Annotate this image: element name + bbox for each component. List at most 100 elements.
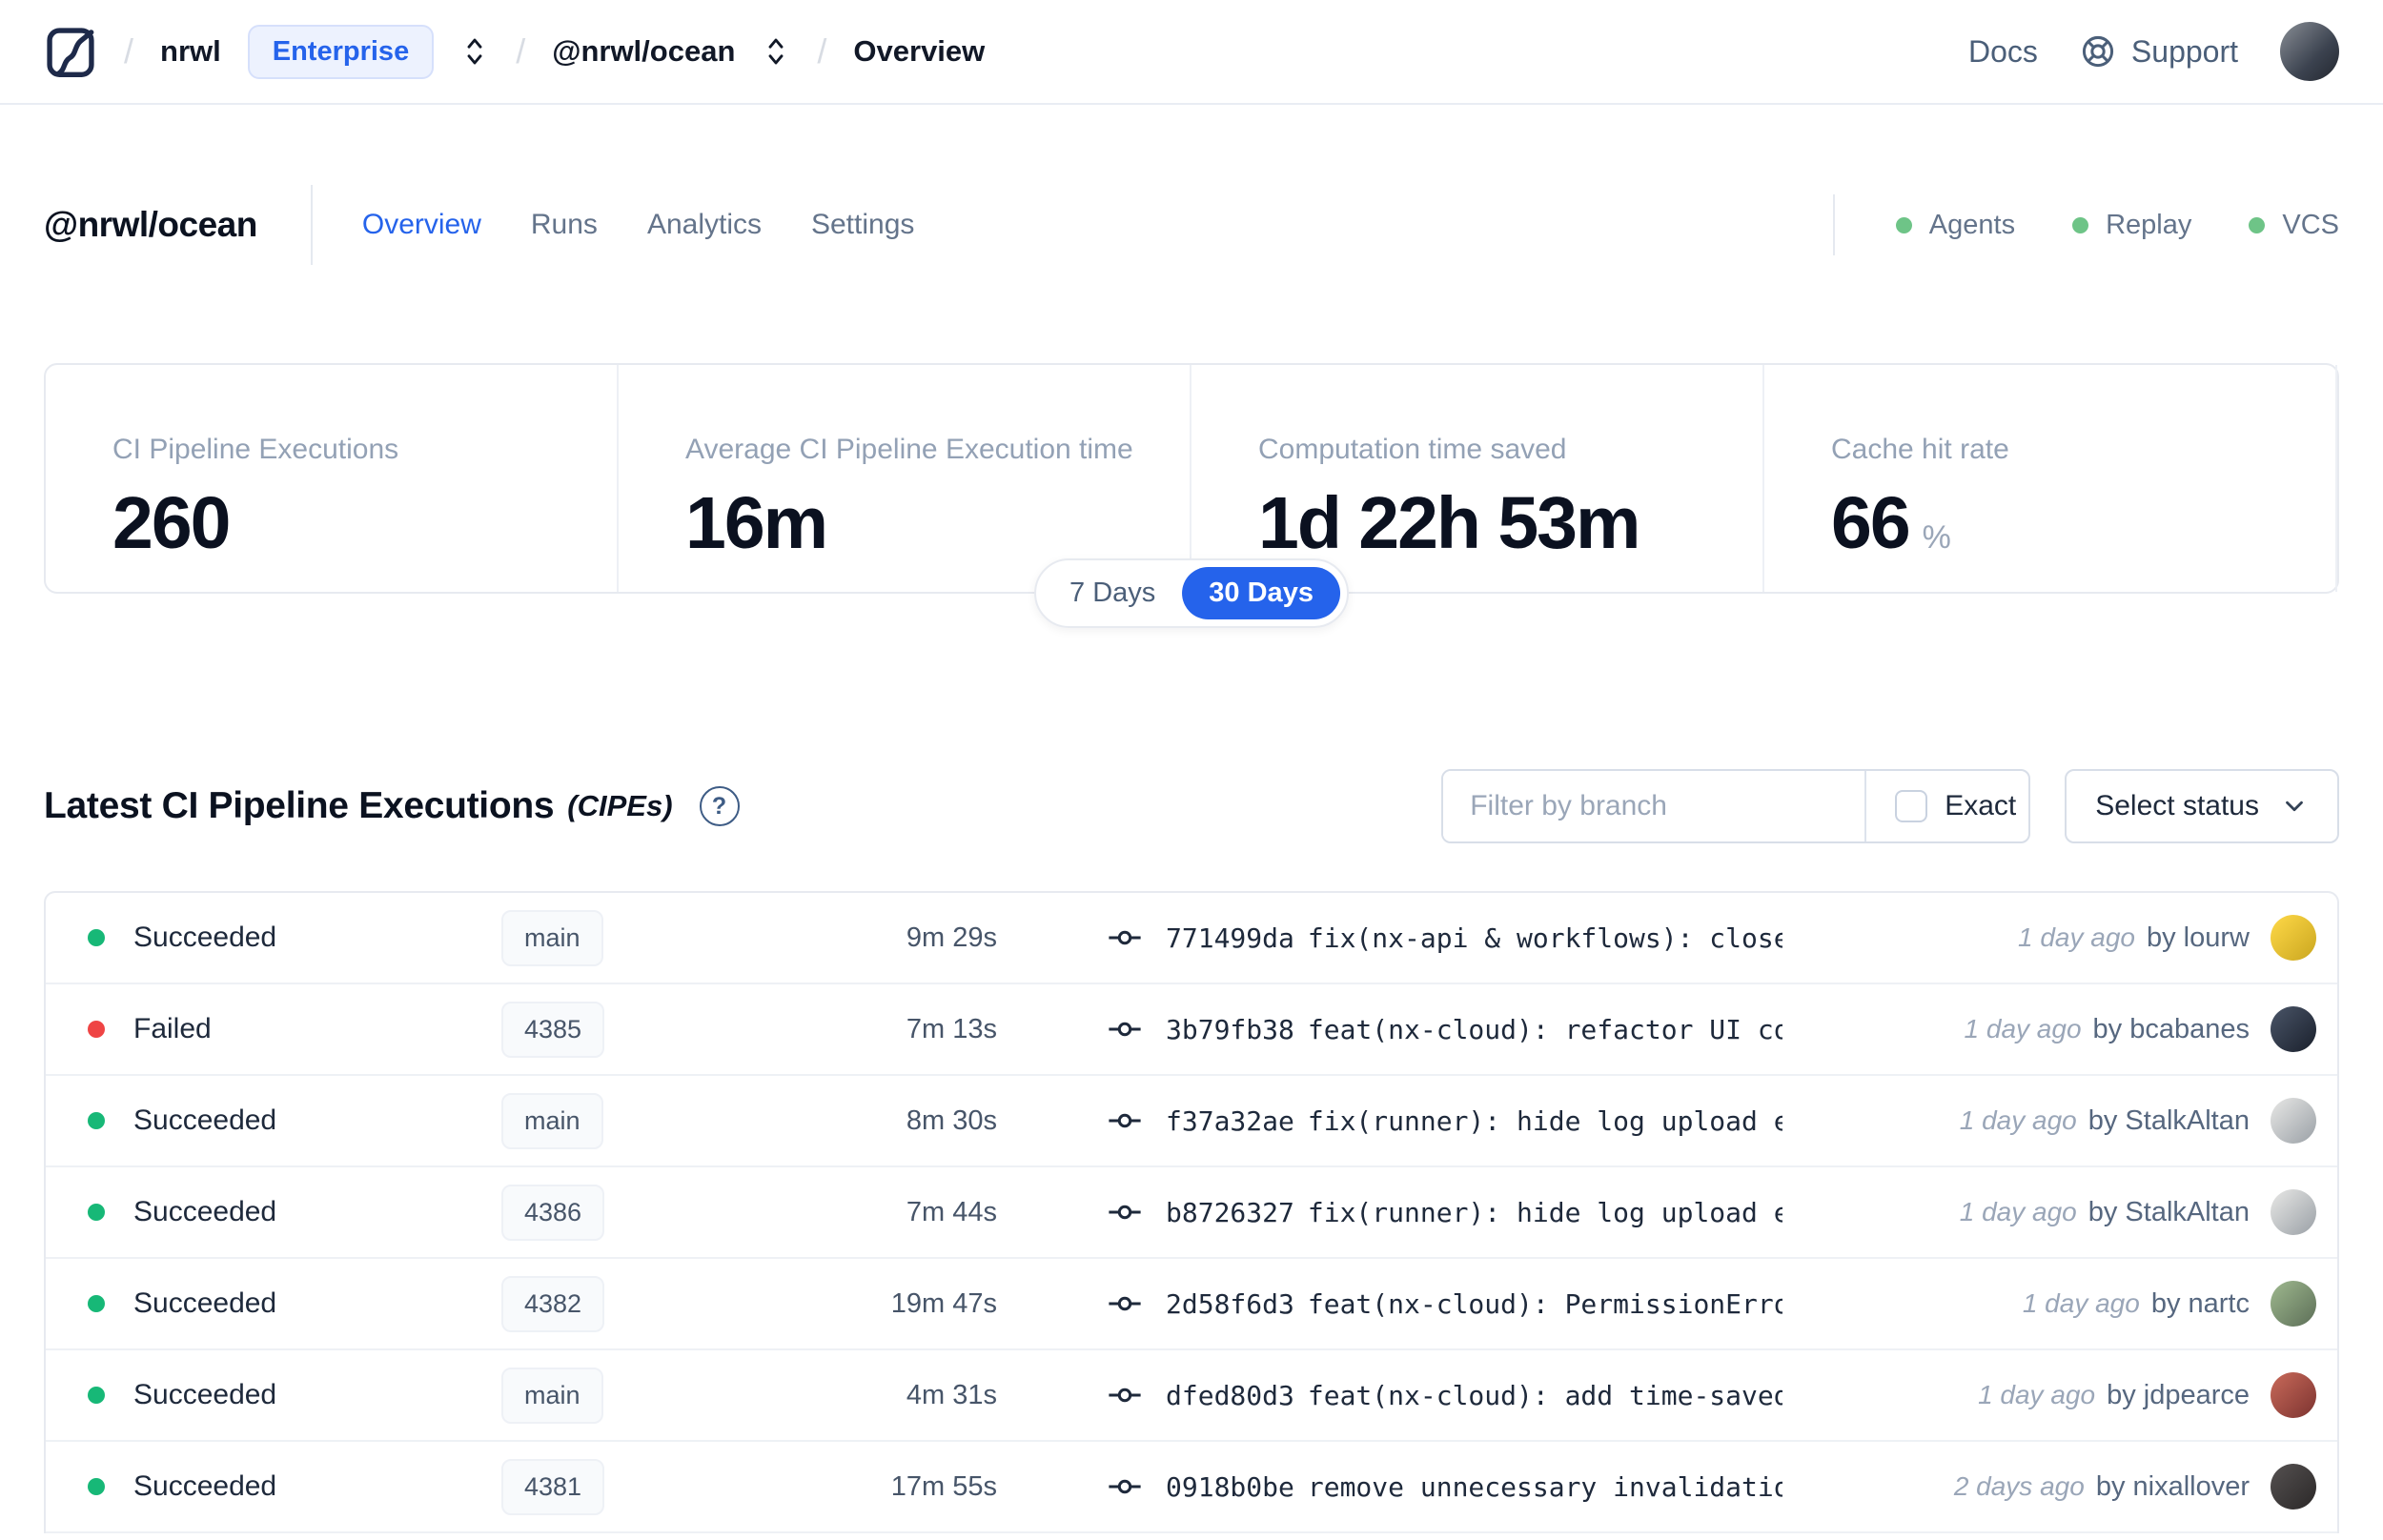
- breadcrumb-page: Overview: [853, 34, 986, 68]
- breadcrumb-org[interactable]: nrwl: [160, 34, 221, 69]
- support-link[interactable]: Support: [2080, 33, 2238, 70]
- workspace-tabs: Overview Runs Analytics Settings: [362, 209, 915, 241]
- nx-cloud-logo-icon[interactable]: [44, 22, 97, 81]
- select-status-dropdown[interactable]: Select status: [2065, 769, 2339, 843]
- user-avatar[interactable]: [2280, 22, 2339, 81]
- status-label: Succeeded: [133, 1287, 277, 1319]
- duration: 7m 44s: [906, 1196, 997, 1227]
- table-row[interactable]: Failed 4385 7m 13s 3b79fb38 feat(nx-cloud…: [46, 984, 2337, 1076]
- table-row[interactable]: Succeeded 4381 17m 55s 0918b0be remove un…: [46, 1442, 2337, 1533]
- chevron-down-icon: [2280, 792, 2309, 821]
- breadcrumb-workspace[interactable]: @nrwl/ocean: [552, 34, 735, 69]
- commit-message: 3b79fb38feat(nx-cloud): refactor UI comp…: [1166, 1013, 1782, 1045]
- tab-runs[interactable]: Runs: [531, 209, 598, 241]
- author-avatar[interactable]: [2271, 1281, 2316, 1327]
- branch-badge[interactable]: 4382: [501, 1275, 605, 1332]
- duration: 8m 30s: [906, 1104, 997, 1136]
- breadcrumb-separator: /: [124, 31, 134, 71]
- author-avatar[interactable]: [2271, 1372, 2316, 1418]
- divider: [310, 185, 313, 265]
- help-icon[interactable]: ?: [699, 786, 740, 826]
- status-dot-icon: [88, 1478, 105, 1495]
- enterprise-badge[interactable]: Enterprise: [247, 24, 435, 79]
- time-ago: 1 day ago: [2018, 922, 2135, 952]
- status-label: Failed: [133, 1013, 212, 1044]
- org-selector-chevrons-icon[interactable]: [460, 34, 489, 69]
- green-status-dot-icon: [2072, 216, 2089, 233]
- section-title-suffix: (CIPEs): [567, 789, 673, 822]
- breadcrumb-separator: /: [817, 31, 827, 71]
- table-row[interactable]: Succeeded main 4m 31s dfed80d3 feat(nx-cl…: [46, 1350, 2337, 1442]
- tab-overview[interactable]: Overview: [362, 209, 481, 241]
- author-avatar[interactable]: [2271, 915, 2316, 961]
- status-label: Succeeded: [133, 1104, 277, 1136]
- git-commit-icon: [1107, 1469, 1143, 1505]
- service-status-group: Agents Replay VCS: [1895, 210, 2339, 241]
- support-label: Support: [2130, 33, 2238, 69]
- status-agents[interactable]: Agents: [1895, 210, 2015, 241]
- author: by bcabanes: [2092, 1013, 2250, 1044]
- table-row[interactable]: Succeeded main 9m 29s 771499da fix(nx-api…: [46, 893, 2337, 984]
- duration: 7m 13s: [906, 1013, 997, 1044]
- author: by nixallover: [2095, 1470, 2250, 1502]
- exact-toggle[interactable]: Exact: [1864, 771, 2028, 841]
- date-range-toggle: 7 Days 30 Days: [1034, 558, 1349, 628]
- branch-badge[interactable]: 4381: [501, 1458, 605, 1515]
- status-replay-label: Replay: [2106, 209, 2192, 240]
- workspace-title: @nrwl/ocean: [44, 205, 257, 244]
- stat-value: 16m: [685, 482, 828, 564]
- commit-message: 2d58f6d3 feat(nx-cloud): PermissionError …: [1166, 1287, 1782, 1320]
- stats-row: CI Pipeline Executions 260 Average CI Pi…: [44, 363, 2339, 628]
- branch-filter-input[interactable]: [1443, 771, 1865, 841]
- stat-suffix: %: [1922, 519, 1951, 556]
- branch-badge[interactable]: main: [501, 909, 603, 966]
- author: by lourw: [2147, 922, 2250, 953]
- branch-badge[interactable]: main: [501, 1092, 603, 1149]
- author-avatar[interactable]: [2271, 1006, 2316, 1052]
- author: by jdpearce: [2107, 1379, 2250, 1410]
- status-label: Succeeded: [133, 1379, 277, 1410]
- author-avatar[interactable]: [2271, 1464, 2316, 1510]
- status-vcs[interactable]: VCS: [2249, 210, 2339, 241]
- workspace-selector-chevrons-icon[interactable]: [762, 34, 790, 69]
- range-7-days-button[interactable]: 7 Days: [1043, 567, 1182, 619]
- status-dot-icon: [88, 1112, 105, 1129]
- tab-settings[interactable]: Settings: [811, 209, 914, 241]
- range-30-days-button[interactable]: 30 Days: [1182, 567, 1340, 619]
- author-avatar[interactable]: [2271, 1189, 2316, 1235]
- branch-badge[interactable]: 4386: [501, 1184, 605, 1241]
- duration: 17m 55s: [890, 1470, 997, 1502]
- commit-message: 0918b0be remove unnecessary invalidation: [1166, 1470, 1782, 1503]
- branch-badge[interactable]: 4385: [501, 1001, 605, 1058]
- author: by StalkAltan: [2088, 1196, 2250, 1227]
- table-row[interactable]: Succeeded 4386 7m 44s b8726327 fix(runner…: [46, 1167, 2337, 1259]
- time-ago: 1 day ago: [1964, 1014, 2082, 1044]
- stat-cache-hit-rate: Cache hit rate 66 %: [1764, 365, 2337, 592]
- git-commit-icon: [1107, 1194, 1143, 1230]
- status-vcs-label: VCS: [2282, 209, 2339, 240]
- stat-label: CI Pipeline Executions: [112, 434, 399, 465]
- status-replay[interactable]: Replay: [2072, 210, 2191, 241]
- docs-link[interactable]: Docs: [1968, 34, 2038, 70]
- stat-value: 66: [1831, 482, 1911, 564]
- author: by StalkAltan: [2088, 1104, 2250, 1136]
- duration: 19m 47s: [890, 1287, 997, 1319]
- divider: [1832, 194, 1835, 255]
- stat-label: Average CI Pipeline Execution time: [685, 434, 1133, 465]
- tab-analytics[interactable]: Analytics: [647, 209, 762, 241]
- branch-badge[interactable]: main: [501, 1367, 603, 1424]
- exact-checkbox[interactable]: [1895, 790, 1928, 822]
- table-row[interactable]: Succeeded main 8m 30s f37a32ae fix(runner…: [46, 1076, 2337, 1167]
- author-avatar[interactable]: [2271, 1098, 2316, 1144]
- time-ago: 1 day ago: [2022, 1288, 2140, 1318]
- stat-label: Computation time saved: [1258, 434, 1567, 465]
- status-label: Succeeded: [133, 1470, 277, 1502]
- table-row[interactable]: Succeeded 4382 19m 47s 2d58f6d3 feat(nx-c…: [46, 1259, 2337, 1350]
- status-dot-icon: [88, 929, 105, 946]
- commit-message: 771499dafix(nx-api & workflows): close w…: [1166, 922, 1782, 954]
- top-navbar: / nrwl Enterprise / @nrwl/ocean / Overvi…: [0, 0, 2383, 105]
- branch-filter-group: Exact: [1441, 769, 2031, 843]
- author: by nartc: [2150, 1287, 2250, 1319]
- cipe-table: Succeeded main 9m 29s 771499da fix(nx-api…: [44, 891, 2339, 1533]
- commit-message: dfed80d3feat(nx-cloud): add time-saved e…: [1166, 1379, 1782, 1411]
